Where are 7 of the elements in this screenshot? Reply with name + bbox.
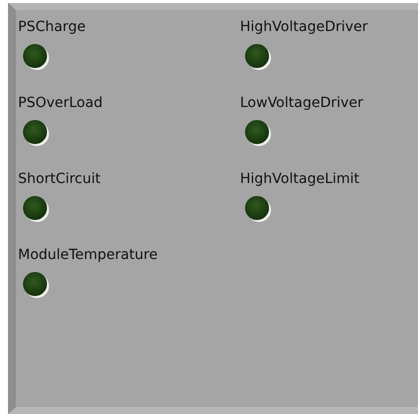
indicator-label: ShortCircuit — [18, 170, 101, 188]
indicator-label: HighVoltageLimit — [240, 170, 360, 188]
indicator-label: PSCharge — [18, 18, 86, 36]
indicator-label: HighVoltageDriver — [240, 18, 368, 36]
indicator-label: PSOverLoad — [18, 94, 103, 112]
indicator-label: LowVoltageDriver — [240, 94, 364, 112]
indicator-label: ModuleTemperature — [18, 246, 158, 264]
